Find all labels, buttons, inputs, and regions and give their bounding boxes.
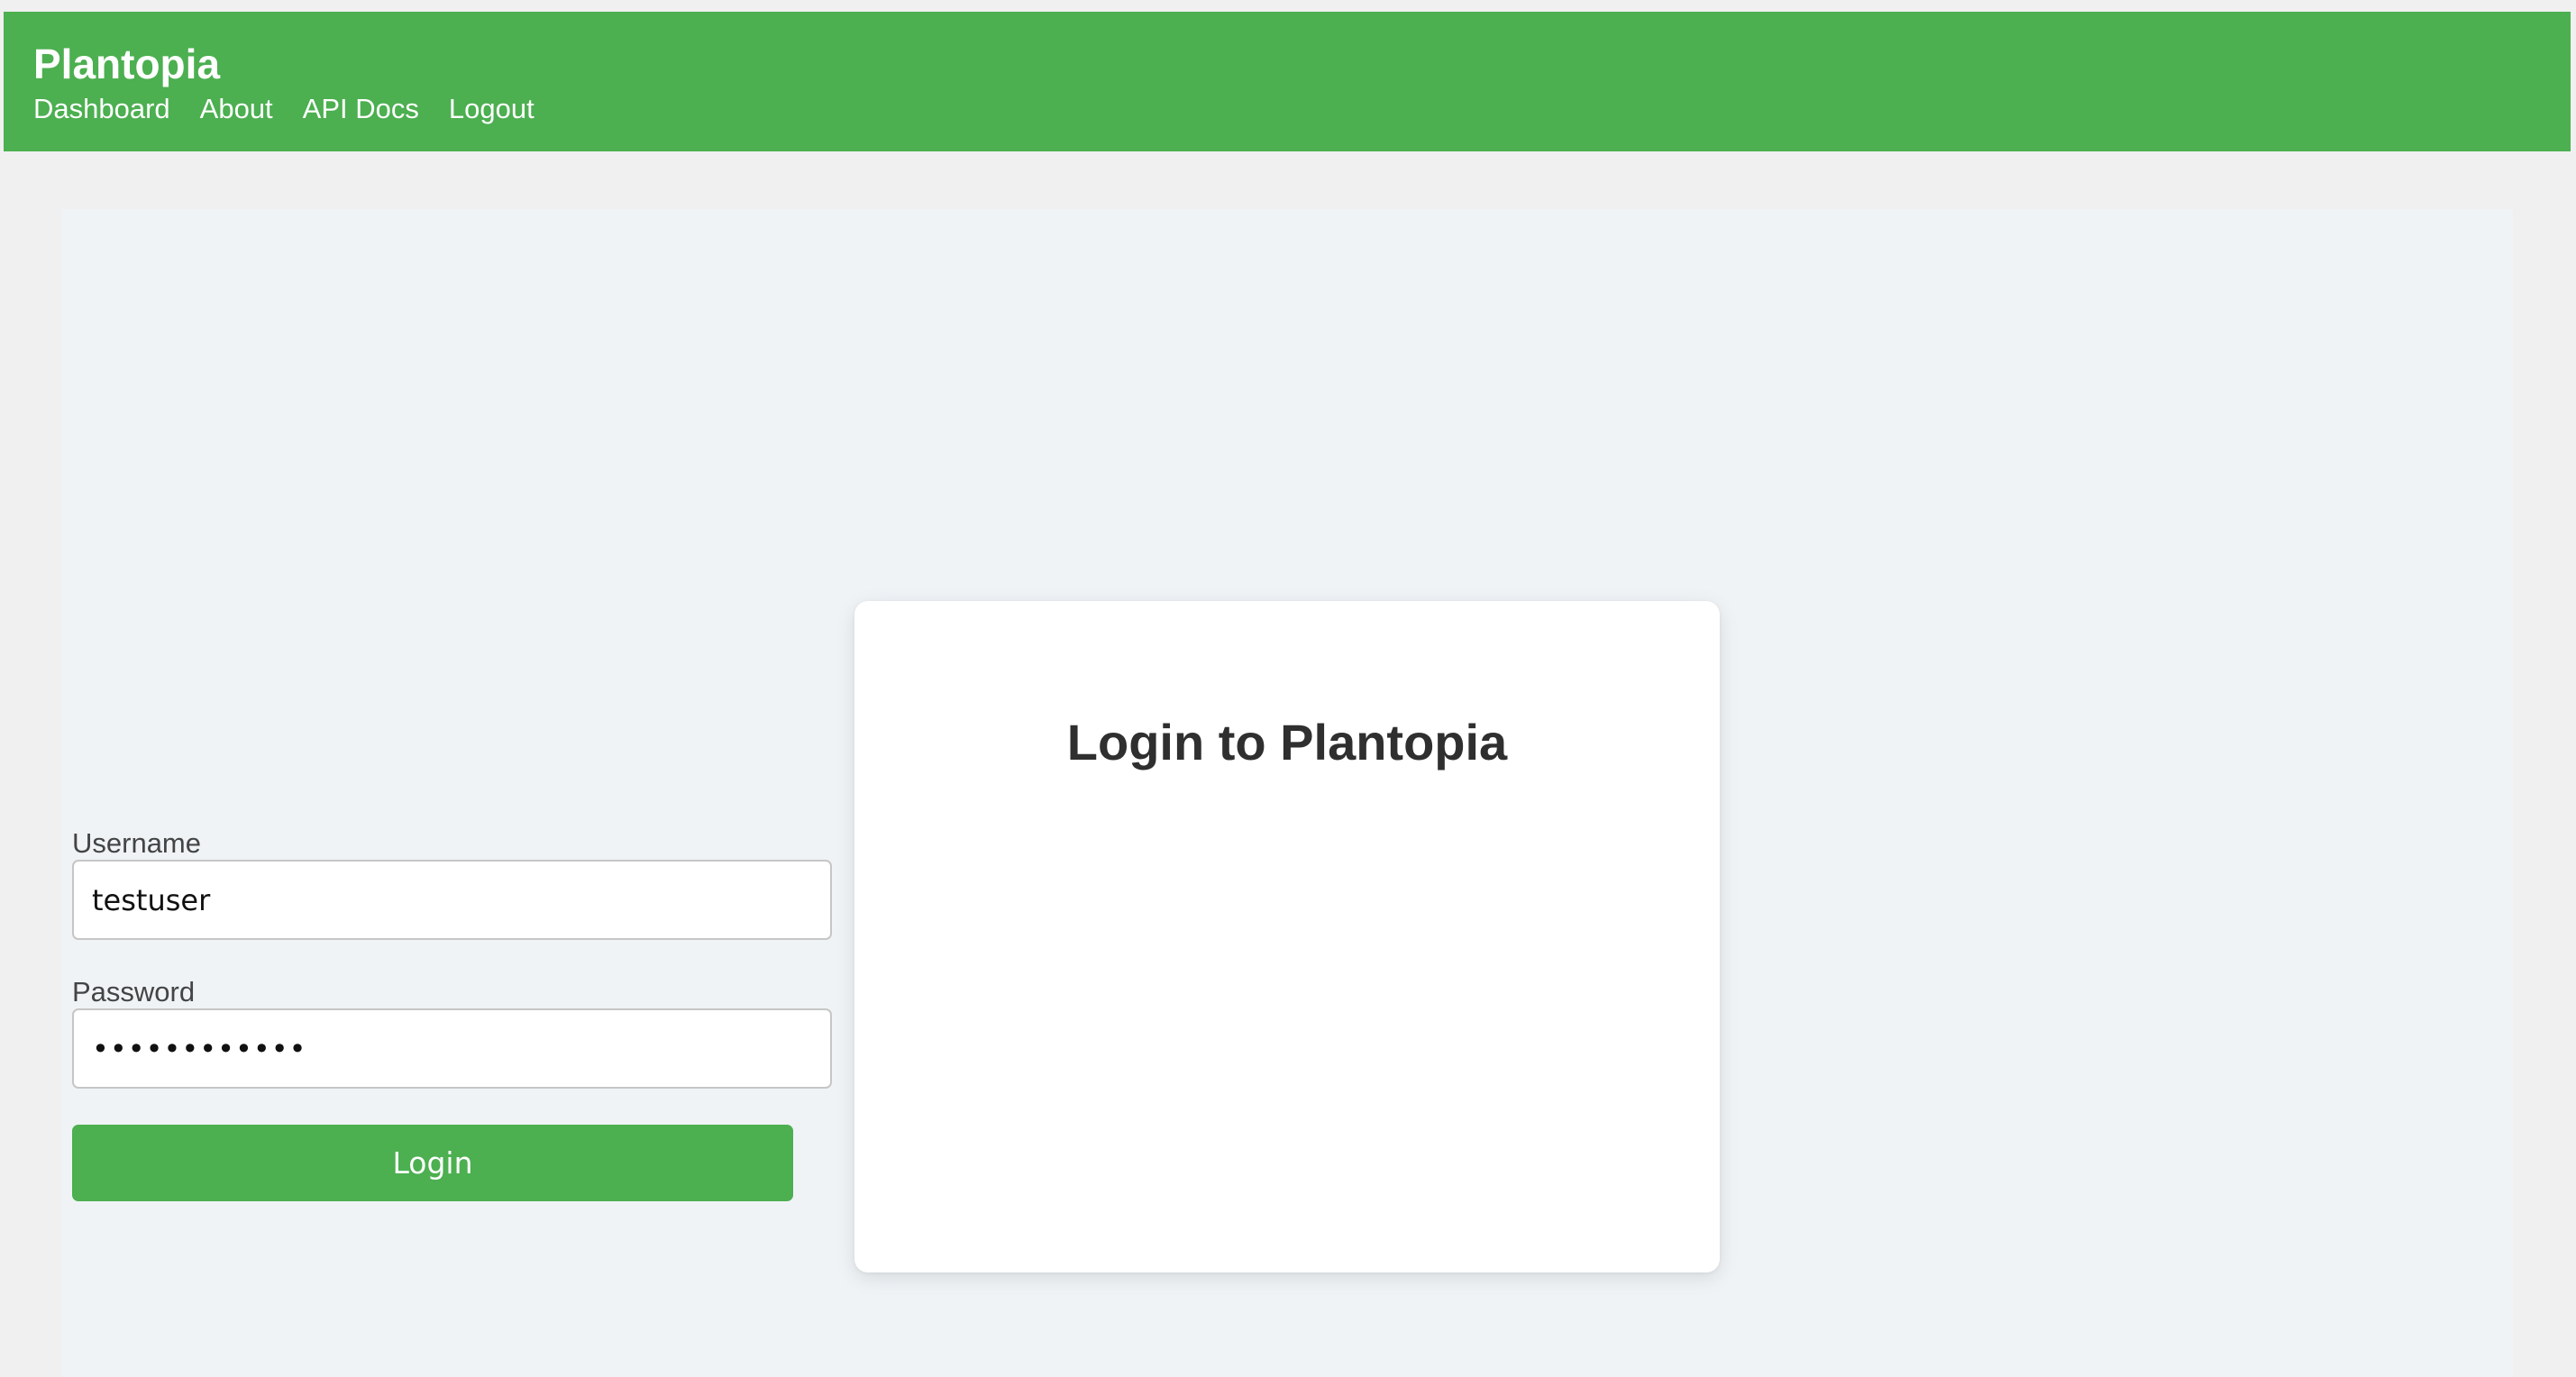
brand-title: Plantopia (33, 41, 221, 87)
nav-link-dashboard[interactable]: Dashboard (33, 89, 170, 129)
nav-link-about[interactable]: About (200, 89, 273, 129)
nav-link-logout[interactable]: Logout (449, 89, 534, 129)
top-navbar: Plantopia Dashboard About API Docs Logou… (4, 12, 2571, 151)
login-button[interactable]: Login (72, 1125, 793, 1201)
password-input[interactable] (72, 1008, 832, 1089)
nav-link-api-docs[interactable]: API Docs (303, 89, 419, 129)
nav-links: Dashboard About API Docs Logout (33, 89, 2571, 129)
password-label: Password (72, 976, 196, 1008)
login-card: Login to Plantopia (854, 601, 1720, 1272)
username-input[interactable] (72, 860, 832, 940)
username-label: Username (72, 827, 201, 859)
login-title: Login to Plantopia (1066, 714, 1508, 771)
